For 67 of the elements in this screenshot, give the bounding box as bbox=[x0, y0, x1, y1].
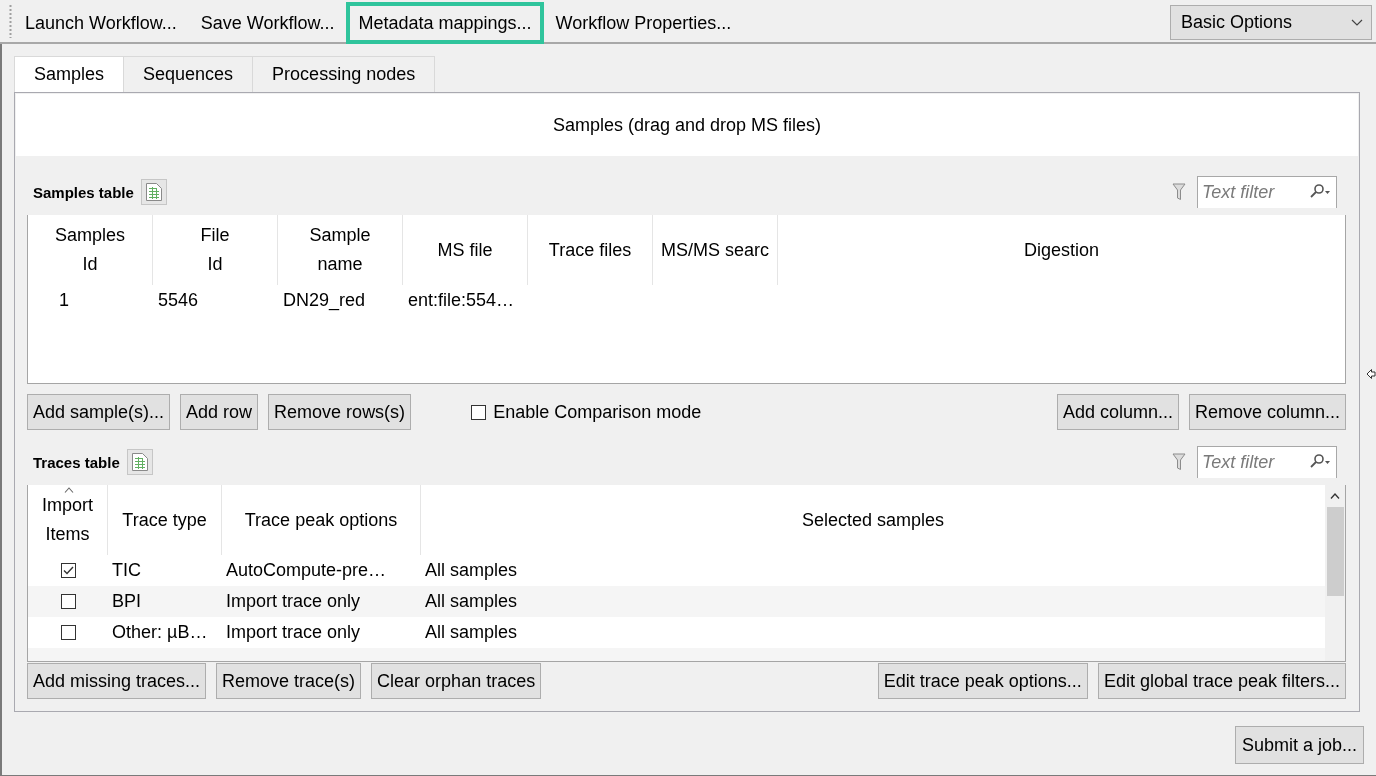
table-title: Traces table bbox=[33, 453, 120, 471]
scrollbar[interactable] bbox=[1325, 485, 1345, 661]
search-icon[interactable] bbox=[1309, 454, 1331, 468]
trace-action-button[interactable]: Remove trace(s) bbox=[216, 663, 362, 699]
tab[interactable]: Processing nodes bbox=[252, 56, 436, 92]
text-filter-field[interactable]: Text filter bbox=[1197, 446, 1337, 478]
column-header[interactable]: File Id bbox=[153, 215, 278, 285]
checkbox-label[interactable]: Enable Comparison mode bbox=[493, 401, 702, 423]
column-header[interactable]: Selected samples bbox=[421, 485, 1325, 555]
table-cell: 5546 bbox=[158, 289, 199, 310]
checkbox[interactable] bbox=[471, 404, 487, 420]
table-cell: DN29_red bbox=[283, 289, 366, 310]
toolbar-button[interactable]: Metadata mappings... bbox=[346, 2, 544, 44]
column-action-button[interactable]: Remove column... bbox=[1188, 394, 1346, 430]
column-header[interactable]: MS/MS searc bbox=[653, 215, 778, 285]
trace-action-button[interactable]: Edit global trace peak filters... bbox=[1097, 663, 1346, 699]
filter-icon[interactable] bbox=[1172, 453, 1186, 471]
trace-action-button[interactable]: Clear orphan traces bbox=[371, 663, 542, 699]
checkbox[interactable] bbox=[60, 594, 76, 609]
table-cell: BPI bbox=[112, 591, 141, 611]
column-header[interactable]: Trace files bbox=[528, 215, 653, 285]
chevron-down-icon bbox=[1351, 19, 1363, 26]
table-cell: AutoCompute-pre… bbox=[226, 560, 387, 580]
column-header[interactable]: Sample name bbox=[278, 215, 403, 285]
filter-icon[interactable] bbox=[1172, 183, 1186, 201]
table-title: Samples table bbox=[33, 183, 134, 201]
table-cell: All samples bbox=[425, 591, 518, 611]
caret-up-icon[interactable] bbox=[1330, 493, 1340, 499]
options-dropdown[interactable]: Basic Options bbox=[1170, 5, 1372, 40]
table-options-button[interactable] bbox=[140, 179, 167, 205]
table-cell: 1 bbox=[59, 289, 69, 310]
table-cell: All samples bbox=[425, 560, 518, 580]
sample-action-button[interactable]: Add sample(s)... bbox=[27, 394, 171, 430]
text-filter-field[interactable]: Text filter bbox=[1197, 176, 1337, 208]
toolbar-button[interactable]: Workflow Properties... bbox=[543, 2, 744, 44]
toolbar-button[interactable]: Launch Workflow... bbox=[13, 2, 189, 44]
table-cell: Import trace only bbox=[226, 591, 361, 611]
column-header[interactable]: Digestion bbox=[778, 215, 1345, 285]
checkbox[interactable] bbox=[60, 563, 76, 578]
sample-action-button[interactable]: Remove rows(s) bbox=[268, 394, 412, 430]
column-header[interactable]: Trace type bbox=[108, 485, 222, 555]
column-header[interactable]: Trace peak options bbox=[222, 485, 421, 555]
trace-action-button[interactable]: Edit trace peak options... bbox=[877, 663, 1088, 699]
column-header[interactable]: Samples Id bbox=[28, 215, 153, 285]
table-cell: Import trace only bbox=[226, 622, 361, 642]
submit-job-button[interactable]: Submit a job... bbox=[1234, 726, 1364, 764]
column-header[interactable]: Import Items bbox=[28, 485, 108, 555]
table-cell: TIC bbox=[112, 560, 141, 580]
sort-caret-icon bbox=[64, 487, 74, 493]
column-header[interactable]: MS file bbox=[403, 215, 528, 285]
table-cell: Other: µB… bbox=[112, 622, 208, 642]
sheet-icon bbox=[144, 182, 163, 202]
sheet-icon bbox=[130, 452, 149, 472]
search-icon[interactable] bbox=[1309, 184, 1331, 198]
table-cell: All samples bbox=[425, 622, 518, 642]
drop-zone-banner: Samples (drag and drop MS files) bbox=[16, 94, 1358, 156]
toolbar-button[interactable]: Save Workflow... bbox=[188, 2, 347, 44]
table-options-button[interactable] bbox=[126, 449, 153, 475]
checkbox[interactable] bbox=[60, 625, 76, 640]
left-arrow-icon[interactable] bbox=[1366, 368, 1376, 380]
column-action-button[interactable]: Add column... bbox=[1056, 394, 1179, 430]
sample-action-button[interactable]: Add row bbox=[180, 394, 259, 430]
table-cell: ent:file:554… bbox=[408, 289, 515, 310]
tab[interactable]: Samples bbox=[14, 56, 125, 92]
trace-action-button[interactable]: Add missing traces... bbox=[27, 663, 207, 699]
scrollbar-thumb[interactable] bbox=[1326, 507, 1344, 596]
toolbar-grip-icon bbox=[9, 5, 12, 38]
